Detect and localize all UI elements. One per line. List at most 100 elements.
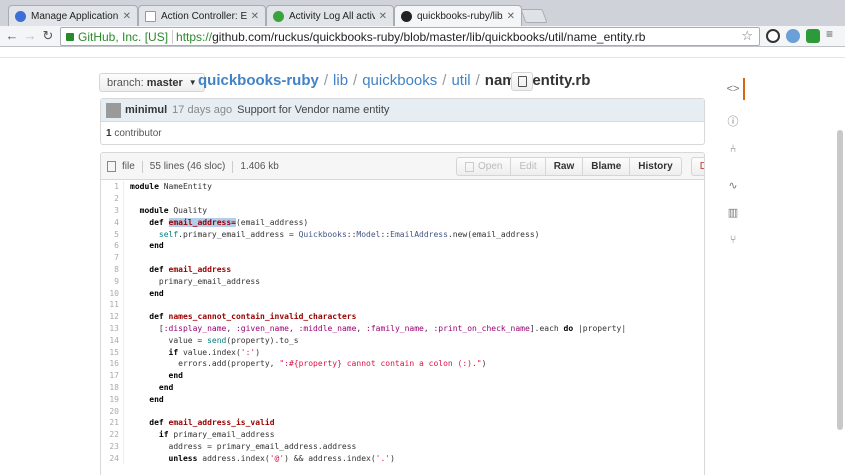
code-text: end xyxy=(149,288,164,298)
code-icon[interactable]: <> xyxy=(720,81,746,97)
new-tab-button[interactable] xyxy=(520,9,548,23)
line-number[interactable]: 19 xyxy=(101,395,119,404)
open-label: Open xyxy=(478,161,503,172)
raw-button[interactable]: Raw xyxy=(544,157,584,176)
line-number[interactable]: 6 xyxy=(101,241,119,250)
copy-path-button[interactable] xyxy=(511,72,533,91)
close-tab-icon[interactable]: ✕ xyxy=(251,11,259,22)
code-text: value = send(property).to_s xyxy=(130,335,299,345)
line-number[interactable]: 12 xyxy=(101,312,119,321)
code-line: 22 if primary_email_address xyxy=(101,428,704,441)
code-text: def email_address_is_valid xyxy=(149,418,275,428)
breadcrumb-quickbooks-link[interactable]: quickbooks xyxy=(362,72,437,89)
line-number[interactable]: 18 xyxy=(101,383,119,392)
close-tab-icon[interactable]: ✕ xyxy=(123,11,131,22)
file-meta: file 55 lines (46 sloc) 1.406 kb xyxy=(107,153,279,180)
contributors-link[interactable]: 1 contributor xyxy=(101,122,704,139)
line-number[interactable]: 8 xyxy=(101,265,119,274)
code-line: 14 value = send(property).to_s xyxy=(101,334,704,347)
line-number[interactable]: 13 xyxy=(101,324,119,333)
file-size: 1.406 kb xyxy=(240,161,279,172)
line-number[interactable]: 9 xyxy=(101,277,119,286)
breadcrumb-lib-link[interactable]: lib xyxy=(333,72,348,89)
chevron-down-icon: ▼ xyxy=(188,78,197,87)
code-line: 17 end xyxy=(101,369,704,382)
extension-2-icon[interactable] xyxy=(786,29,800,43)
line-number[interactable]: 22 xyxy=(101,430,119,439)
line-gutter xyxy=(119,204,124,217)
history-button[interactable]: History xyxy=(629,157,682,176)
line-gutter xyxy=(119,440,124,453)
code-line: 8 def email_address xyxy=(101,263,704,276)
code-text: end xyxy=(149,241,164,251)
line-number[interactable]: 16 xyxy=(101,359,119,368)
clipboard-icon xyxy=(517,76,527,87)
line-number[interactable]: 10 xyxy=(101,289,119,298)
blame-button[interactable]: Blame xyxy=(582,157,631,176)
line-gutter xyxy=(119,357,124,370)
line-number[interactable]: 23 xyxy=(101,442,119,451)
delete-button[interactable]: Delete xyxy=(690,157,704,176)
issues-icon[interactable]: ⓘ xyxy=(720,113,746,129)
browser-tab-4[interactable]: quickbooks-ruby/lib/quic ✕ xyxy=(394,5,522,26)
page-favicon-icon xyxy=(145,10,156,22)
page-scrollbar[interactable] xyxy=(837,130,843,430)
code-line: 2 xyxy=(101,192,704,205)
back-icon[interactable]: ← xyxy=(4,28,20,43)
extension-1-icon[interactable] xyxy=(766,29,780,43)
bookmark-star-icon[interactable]: ☆ xyxy=(741,28,753,44)
code-text: address = primary_email_address.address xyxy=(130,441,357,451)
line-gutter xyxy=(119,393,124,406)
line-number[interactable]: 7 xyxy=(101,253,119,262)
address-bar[interactable]: GitHub, Inc. [US] https:// github.com/ru… xyxy=(60,27,760,46)
commit-author-link[interactable]: minimul xyxy=(125,104,167,116)
line-number[interactable]: 15 xyxy=(101,348,119,357)
close-tab-icon[interactable]: ✕ xyxy=(507,11,515,22)
pull-request-icon[interactable]: ⑃ xyxy=(720,141,746,157)
reload-icon[interactable]: ↻ xyxy=(40,28,56,44)
line-number[interactable]: 20 xyxy=(101,407,119,416)
file-icon xyxy=(107,161,116,172)
line-gutter xyxy=(119,263,124,276)
browser-tab-1[interactable]: Manage Application | Intu ✕ xyxy=(8,5,138,26)
line-number[interactable]: 1 xyxy=(101,182,119,191)
tab-title: quickbooks-ruby/lib/quic xyxy=(417,10,503,22)
contributors-count: 1 xyxy=(106,128,112,139)
line-gutter xyxy=(119,452,124,465)
graphs-icon[interactable]: ▥ xyxy=(720,204,746,220)
line-number[interactable]: 21 xyxy=(101,418,119,427)
code-text: end xyxy=(149,394,164,404)
browser-tab-2[interactable]: Action Controller: Excepti ✕ xyxy=(138,5,266,26)
line-number[interactable]: 5 xyxy=(101,230,119,239)
line-gutter xyxy=(119,216,124,229)
line-number[interactable]: 4 xyxy=(101,218,119,227)
avatar[interactable] xyxy=(106,102,121,118)
line-number[interactable]: 24 xyxy=(101,454,119,463)
browser-tab-3[interactable]: Activity Log All activities · ✕ xyxy=(266,5,394,26)
forward-icon[interactable]: → xyxy=(22,28,38,43)
extension-3-icon[interactable] xyxy=(806,29,820,43)
commit-message-link[interactable]: Support for Vendor name entity xyxy=(237,104,389,116)
code-text: module NameEntity xyxy=(130,182,212,192)
edit-button[interactable]: Edit xyxy=(510,157,546,176)
line-number[interactable]: 14 xyxy=(101,336,119,345)
branch-selector-button[interactable]: branch: master ▼ xyxy=(99,73,205,92)
ev-certificate-badge[interactable]: GitHub, Inc. [US] xyxy=(66,29,176,44)
open-button[interactable]: Open xyxy=(456,157,512,176)
line-number[interactable]: 11 xyxy=(101,300,119,309)
breadcrumb-util-link[interactable]: util xyxy=(451,72,470,89)
menu-icon[interactable]: ≡ xyxy=(826,27,840,41)
line-number[interactable]: 17 xyxy=(101,371,119,380)
pulse-icon[interactable]: ∿ xyxy=(720,177,746,193)
breadcrumb-repo-link[interactable]: quickbooks-ruby xyxy=(198,72,319,89)
close-tab-icon[interactable]: ✕ xyxy=(379,11,387,22)
code-text: end xyxy=(168,371,183,381)
line-number[interactable]: 2 xyxy=(101,194,119,203)
tab-title: Manage Application | Intu xyxy=(31,10,119,22)
code-text: errors.add(property, ":#{property} canno… xyxy=(130,359,487,369)
branch-network-icon[interactable]: ⑂ xyxy=(720,232,746,248)
lock-icon xyxy=(66,32,74,41)
code-text: def names_cannot_contain_invalid_charact… xyxy=(149,312,357,322)
line-gutter xyxy=(119,239,124,252)
line-number[interactable]: 3 xyxy=(101,206,119,215)
